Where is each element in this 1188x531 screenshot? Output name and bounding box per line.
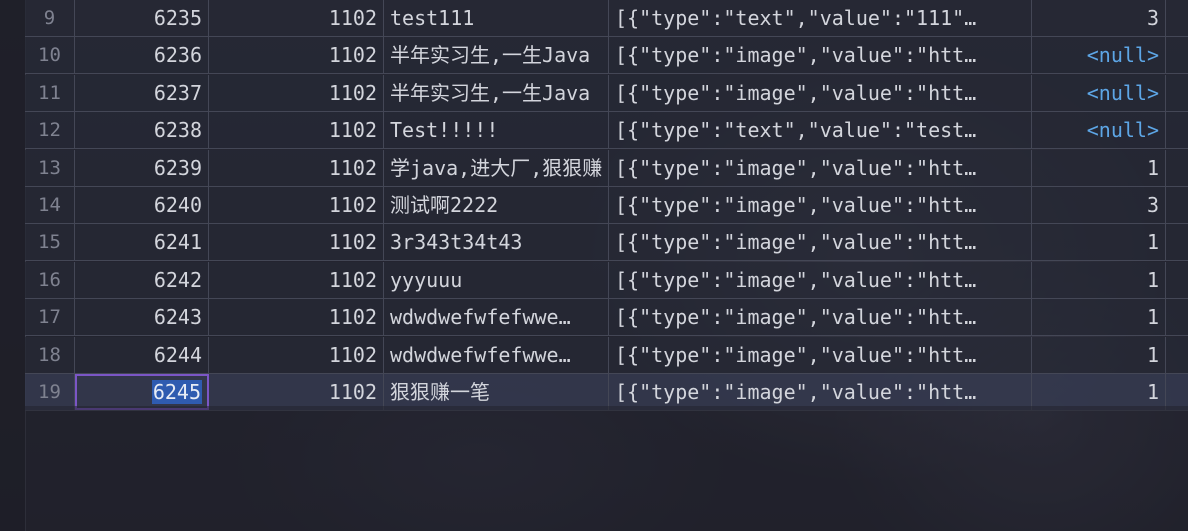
table-row[interactable]: 18 6244 1102 wdwdwefwfefwwe… [{"type":"image… <box>25 336 1188 374</box>
cell-user-id[interactable]: 1102 <box>209 336 384 373</box>
table-row[interactable]: 13 6239 1102 学java,进大厂,狠狠赚 [{"type":"image",… <box>25 149 1188 187</box>
cell-user-id[interactable]: 1102 <box>209 149 384 186</box>
cell-user-id[interactable]: 1102 <box>209 224 384 261</box>
cell-next-column[interactable] <box>1166 262 1188 298</box>
cell-content-json[interactable]: [{"type":"image","value":"htt… <box>609 299 1032 336</box>
cell-content-json[interactable]: [{"type":"image","value":"htt… <box>609 149 1032 186</box>
table-row[interactable]: 11 6237 1102 半年实习生,一生Java [{"type":"image","… <box>25 74 1188 112</box>
cell-content-json[interactable]: [{"type":"image","value":"htt… <box>609 261 1032 298</box>
cell-content-json[interactable]: [{"type":"image","value":"htt… <box>609 74 1032 111</box>
cell-next-column[interactable] <box>1166 150 1188 186</box>
cell-next-column[interactable] <box>1166 37 1188 73</box>
row-number: 10 <box>25 37 75 74</box>
cell-title[interactable]: 学java,进大厂,狠狠赚 <box>384 149 609 186</box>
row-number: 18 <box>25 336 75 373</box>
table-row[interactable]: 9 6235 1102 test111 [{"type":"text","value":… <box>25 0 1188 37</box>
cell-count[interactable]: 1 <box>1032 299 1166 336</box>
cell-user-id[interactable]: 1102 <box>209 74 384 111</box>
cell-id[interactable]: 6238 <box>75 112 209 149</box>
cell-user-id[interactable]: 1102 <box>209 0 384 36</box>
cell-user-id[interactable]: 1102 <box>209 37 384 74</box>
selected-cell-outline <box>75 374 209 410</box>
cell-next-column[interactable] <box>1166 0 1188 36</box>
cell-title[interactable]: 半年实习生,一生Java <box>384 37 609 74</box>
cell-next-column[interactable] <box>1166 337 1188 373</box>
cell-count[interactable]: 1 <box>1032 374 1166 410</box>
cell-user-id[interactable]: 1102 <box>209 112 384 149</box>
cell-next-column[interactable] <box>1166 224 1188 260</box>
cell-user-id[interactable]: 1102 <box>209 374 384 410</box>
table-row[interactable]: 12 6238 1102 Test!!!!! [{"type":"text","valu… <box>25 112 1188 150</box>
cell-count[interactable]: 1 <box>1032 336 1166 373</box>
cell-id[interactable]: 6239 <box>75 149 209 186</box>
cell-title[interactable]: 测试啊2222 <box>384 187 609 223</box>
cell-content-json[interactable]: [{"type":"text","value":"test… <box>609 112 1032 149</box>
grid-empty-area <box>25 406 1188 531</box>
cell-next-column[interactable] <box>1166 299 1188 335</box>
cell-count[interactable]: 1 <box>1032 261 1166 298</box>
cell-content-json[interactable]: [{"type":"text","value":"111"… <box>609 0 1032 36</box>
cell-id[interactable]: 6244 <box>75 336 209 373</box>
row-number: 13 <box>25 149 75 186</box>
left-gutter <box>0 0 26 531</box>
cell-id[interactable]: 6242 <box>75 261 209 298</box>
cell-user-id[interactable]: 1102 <box>209 187 384 223</box>
cell-id[interactable]: 6241 <box>75 224 209 261</box>
row-number: 14 <box>25 187 75 223</box>
table-row[interactable]: 15 6241 1102 3r343t34t43 [{"type":"image","v… <box>25 224 1188 262</box>
row-number: 9 <box>25 0 75 36</box>
cell-content-json[interactable]: [{"type":"image","value":"htt… <box>609 224 1032 261</box>
cell-content-json[interactable]: [{"type":"image","value":"htt… <box>609 374 1032 410</box>
results-grid: 9 6235 1102 test111 [{"type":"text","value":… <box>25 0 1188 411</box>
cell-title[interactable]: 3r343t34t43 <box>384 224 609 261</box>
cell-title[interactable]: 狠狠赚一笔 <box>384 374 609 410</box>
cell-id[interactable]: 6237 <box>75 74 209 111</box>
cell-title[interactable]: test111 <box>384 0 609 36</box>
cell-title[interactable]: wdwdwefwfefwwe… <box>384 299 609 336</box>
cell-null-value[interactable]: <null> <box>1032 112 1166 149</box>
table-row[interactable]: 14 6240 1102 测试啊2222 [{"type":"image","value… <box>25 187 1188 224</box>
cell-count[interactable]: 3 <box>1032 187 1166 223</box>
table-row[interactable]: 10 6236 1102 半年实习生,一生Java [{"type":"image","… <box>25 37 1188 75</box>
cell-next-column[interactable] <box>1166 374 1188 410</box>
cell-null-value[interactable]: <null> <box>1032 37 1166 74</box>
cell-title[interactable]: Test!!!!! <box>384 112 609 149</box>
row-number: 11 <box>25 74 75 111</box>
cell-content-json[interactable]: [{"type":"image","value":"htt… <box>609 336 1032 373</box>
cell-count[interactable]: 3 <box>1032 0 1166 36</box>
cell-null-value[interactable]: <null> <box>1032 74 1166 111</box>
cell-next-column[interactable] <box>1166 75 1188 111</box>
cell-next-column[interactable] <box>1166 187 1188 223</box>
row-number: 16 <box>25 261 75 298</box>
row-number: 17 <box>25 299 75 336</box>
cell-user-id[interactable]: 1102 <box>209 261 384 298</box>
cell-id[interactable]: 6240 <box>75 187 209 223</box>
row-number: 19 <box>25 374 75 410</box>
cell-count[interactable]: 1 <box>1032 149 1166 186</box>
cell-title[interactable]: wdwdwefwfefwwe… <box>384 336 609 373</box>
cell-next-column[interactable] <box>1166 112 1188 148</box>
cell-id[interactable]: 6235 <box>75 0 209 36</box>
cell-count[interactable]: 1 <box>1032 224 1166 261</box>
table-row[interactable]: 17 6243 1102 wdwdwefwfefwwe… [{"type":"image… <box>25 299 1188 337</box>
table-row[interactable]: 16 6242 1102 yyyuuu [{"type":"image","value"… <box>25 261 1188 299</box>
cell-title[interactable]: yyyuuu <box>384 261 609 298</box>
row-number: 15 <box>25 224 75 261</box>
cell-content-json[interactable]: [{"type":"image","value":"htt… <box>609 187 1032 223</box>
cell-title[interactable]: 半年实习生,一生Java <box>384 74 609 111</box>
cell-id[interactable]: 6243 <box>75 299 209 336</box>
cell-content-json[interactable]: [{"type":"image","value":"htt… <box>609 37 1032 74</box>
cell-user-id[interactable]: 1102 <box>209 299 384 336</box>
cell-id[interactable]: 6236 <box>75 37 209 74</box>
row-number: 12 <box>25 112 75 149</box>
